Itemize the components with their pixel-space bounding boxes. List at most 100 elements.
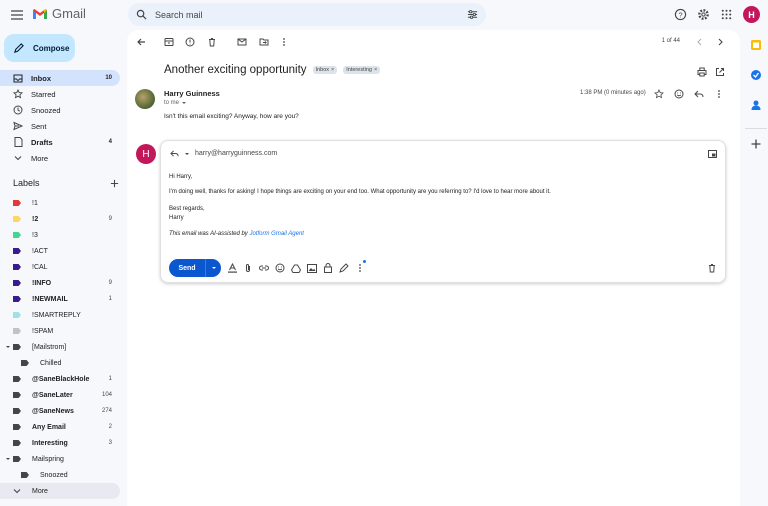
label-count: 104 [101, 392, 112, 398]
sidebar-item-starred[interactable]: Starred [0, 86, 120, 102]
label-tag-icon [13, 200, 21, 206]
confidential-mode-button[interactable] [323, 263, 333, 273]
label-chip[interactable]: Interesting × [343, 66, 381, 74]
insert-drive-button[interactable] [291, 263, 301, 273]
send-button[interactable]: Send [169, 259, 205, 277]
label-item[interactable]: !NEWMAIL 1 [0, 291, 120, 307]
gmail-logo[interactable]: Gmail [32, 6, 86, 21]
label-item[interactable]: !SPAM [0, 323, 120, 339]
label-item[interactable]: !ACT [0, 243, 120, 259]
expand-caret-icon[interactable] [5, 344, 11, 350]
app-name: Gmail [52, 6, 86, 21]
label-name: !2 [32, 215, 39, 223]
add-label-icon[interactable] [110, 179, 119, 188]
reply-signature[interactable]: Harry [169, 215, 184, 221]
label-item[interactable]: !CAL [0, 259, 120, 275]
formatting-button[interactable] [227, 263, 237, 273]
compose-button[interactable]: Compose [4, 34, 75, 62]
star-icon [13, 89, 23, 99]
sidebar-item-sent[interactable]: Sent [0, 118, 120, 134]
delete-button[interactable] [205, 35, 219, 49]
keep-app-button[interactable] [750, 69, 762, 81]
print-button[interactable] [697, 67, 707, 77]
label-item[interactable]: [Mailstrom] [0, 339, 120, 355]
search-input[interactable]: Search mail [155, 10, 467, 20]
older-button[interactable] [713, 35, 727, 49]
label-name: Chilled [40, 359, 62, 367]
help-icon[interactable]: ? [674, 8, 687, 21]
reply-avatar[interactable]: H [136, 144, 156, 164]
reply-greeting[interactable]: Hi Harry, [169, 174, 192, 180]
label-item[interactable]: !2 9 [0, 211, 120, 227]
sidebar-item-inbox[interactable]: Inbox 10 [0, 70, 120, 86]
sidebar-item-drafts[interactable]: Drafts 4 [0, 134, 120, 150]
label-count: 3 [108, 440, 112, 446]
reply-signoff[interactable]: Best regards, [169, 206, 205, 212]
move-to-button[interactable] [257, 35, 271, 49]
signature-button[interactable] [339, 263, 349, 273]
message-more-button[interactable] [714, 89, 724, 99]
notification-dot [363, 260, 366, 263]
get-addons-button[interactable] [750, 138, 762, 150]
search-bar[interactable]: Search mail [128, 3, 486, 26]
label-item[interactable]: @SaneLater 104 [0, 387, 120, 403]
label-item[interactable]: Mailspring [0, 451, 120, 467]
recipient-details[interactable]: to me [164, 100, 187, 106]
star-button[interactable] [654, 89, 664, 99]
insert-emoji-button[interactable] [275, 263, 285, 273]
send-icon [13, 121, 23, 131]
ai-agent-link[interactable]: Jotform Gmail Agent [249, 231, 303, 237]
main-menu-button[interactable] [8, 6, 26, 24]
calendar-app-button[interactable] [750, 39, 762, 51]
sidebar-item-snoozed[interactable]: Snoozed [0, 102, 120, 118]
pencil-icon [13, 42, 24, 53]
label-item[interactable]: Chilled [0, 355, 120, 371]
label-item[interactable]: Interesting 3 [0, 435, 120, 451]
mark-unread-button[interactable] [235, 35, 249, 49]
reply-to-address[interactable]: harry@harryguinness.com [195, 150, 277, 157]
label-item[interactable]: Snoozed [0, 467, 120, 483]
label-name: !SPAM [32, 327, 54, 335]
back-button[interactable] [134, 35, 148, 49]
reply-paragraph[interactable]: I'm doing well, thanks for asking! I hop… [169, 189, 551, 195]
label-item[interactable]: !3 [0, 227, 120, 243]
open-new-window-button[interactable] [715, 67, 725, 77]
expand-caret-icon[interactable] [5, 456, 11, 462]
report-spam-button[interactable] [183, 35, 197, 49]
label-count: 9 [108, 216, 112, 222]
newer-button[interactable] [693, 35, 707, 49]
hamburger-icon [11, 10, 23, 20]
sender-avatar[interactable] [135, 89, 155, 109]
send-options-button[interactable] [205, 259, 221, 277]
label-tag-icon [13, 424, 21, 430]
popout-button[interactable] [708, 150, 717, 158]
label-item[interactable]: @SaneBlackHole 1 [0, 371, 120, 387]
sender-name[interactable]: Harry Guinness [164, 89, 220, 98]
more-actions-button[interactable] [277, 35, 291, 49]
apps-grid-icon[interactable] [720, 8, 733, 21]
archive-button[interactable] [162, 35, 176, 49]
label-item[interactable]: !1 [0, 195, 120, 211]
remove-chip-icon[interactable]: × [374, 67, 377, 73]
gear-icon[interactable] [697, 8, 710, 21]
reply-button[interactable] [694, 89, 704, 99]
insert-photo-button[interactable] [307, 263, 317, 273]
account-avatar[interactable]: H [743, 6, 760, 23]
label-tag-icon [13, 280, 21, 286]
label-chip[interactable]: Inbox × [312, 66, 338, 74]
email-body: Isn't this email exciting? Anyway, how a… [164, 113, 299, 120]
reply-recipient-row[interactable]: harry@harryguinness.com [170, 149, 277, 158]
label-item[interactable]: @SaneNews 274 [0, 403, 120, 419]
label-item[interactable]: !SMARTREPLY [0, 307, 120, 323]
label-item[interactable]: !INFO 9 [0, 275, 120, 291]
emoji-reaction-button[interactable] [674, 89, 684, 99]
more-options-button[interactable] [355, 263, 365, 273]
labels-more-item[interactable]: More [0, 483, 120, 499]
discard-draft-button[interactable] [707, 263, 717, 273]
remove-chip-icon[interactable]: × [331, 67, 334, 73]
contacts-app-button[interactable] [750, 99, 762, 111]
attach-button[interactable] [243, 263, 253, 273]
sidebar-item-more[interactable]: More [0, 150, 120, 166]
label-item[interactable]: Any Email 2 [0, 419, 120, 435]
insert-link-button[interactable] [259, 263, 269, 273]
